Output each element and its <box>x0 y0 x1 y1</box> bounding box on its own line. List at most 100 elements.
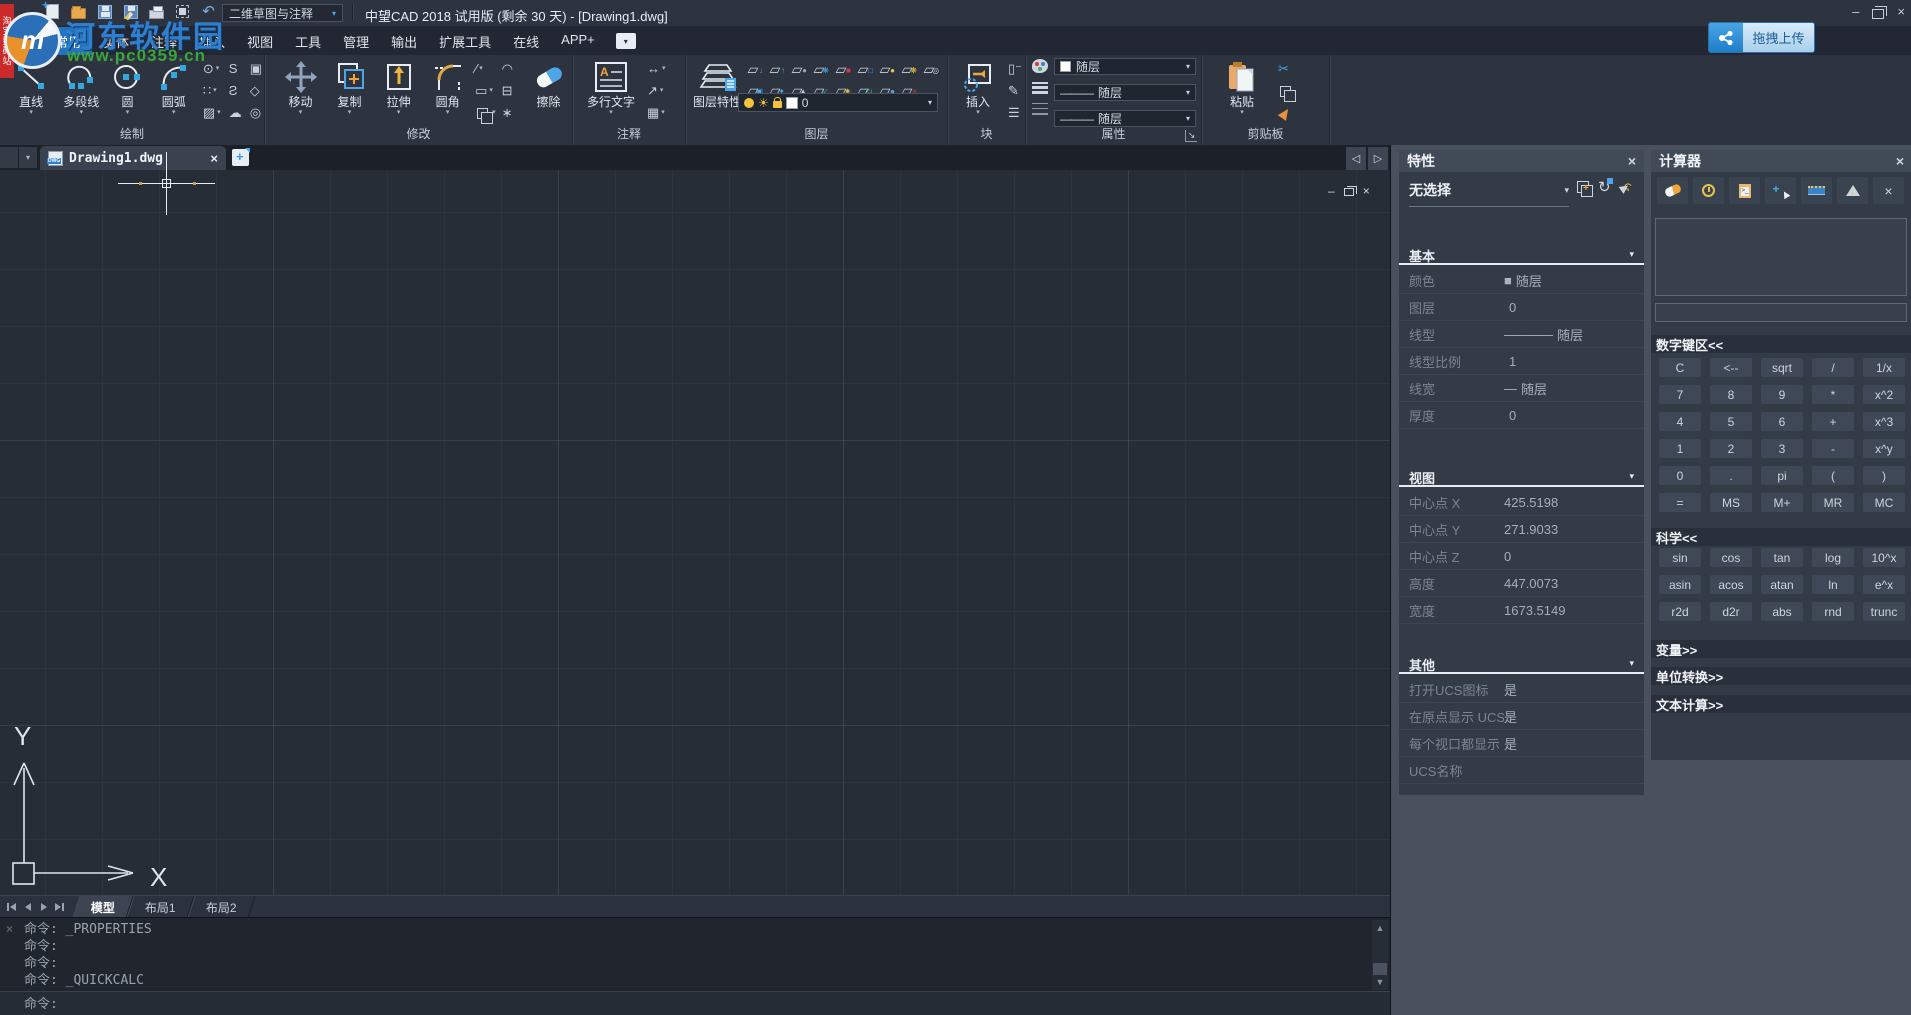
color-palette-icon[interactable] <box>1032 59 1048 73</box>
layout-tab[interactable]: 布局1 <box>126 896 194 918</box>
hatch-button[interactable]: ▨▾ <box>203 104 221 122</box>
property-row[interactable]: 图层 0 <box>1399 294 1644 321</box>
stretch-button[interactable]: 拉伸 ▾ <box>375 57 422 125</box>
selection-dropdown[interactable]: 无选择 ▾ <box>1409 180 1569 207</box>
property-row[interactable]: 打开UCS图标 是 <box>1399 676 1644 703</box>
section-basic-header[interactable]: 基本 ▾ <box>1399 245 1644 265</box>
circle-button[interactable]: 圆 ▾ <box>108 57 146 125</box>
calc-key[interactable]: abs <box>1761 602 1803 621</box>
arc-button[interactable]: 圆弧 ▾ <box>151 57 197 125</box>
next-layout-button[interactable] <box>37 900 50 914</box>
chamfer-button[interactable]: ◠ <box>502 60 513 78</box>
calc-key[interactable]: log <box>1812 548 1854 567</box>
polygon-button[interactable]: ◇ <box>250 82 262 100</box>
layer-properties-button[interactable]: 图层特性 <box>690 57 744 125</box>
calc-key[interactable]: = <box>1659 493 1701 512</box>
ribbon-tab[interactable]: 输出 <box>380 27 428 56</box>
property-row[interactable]: 每个视口都显示 U... 是 <box>1399 730 1644 757</box>
linear-dimension-button[interactable]: ↔▾ <box>647 60 666 78</box>
layer-tool-icon[interactable]: ▱❋ <box>810 61 828 77</box>
calc-key[interactable]: 6 <box>1761 412 1803 431</box>
history-button[interactable] <box>1693 177 1724 204</box>
layer-tool-icon[interactable]: ▱↓ <box>744 61 762 77</box>
calc-key[interactable]: x^2 <box>1863 385 1905 404</box>
command-scrollbar[interactable]: ▲ ▼ <box>1372 920 1388 990</box>
attributes-button[interactable]: ☰ <box>1008 104 1022 122</box>
explode-button[interactable]: ∗ <box>502 104 513 122</box>
viewport-restore-button[interactable] <box>1344 188 1354 196</box>
insert-block-button[interactable]: 插入 ▾ <box>954 57 1002 125</box>
calc-key[interactable]: sqrt <box>1761 358 1803 377</box>
calc-key[interactable]: 0 <box>1659 466 1701 485</box>
create-block-button[interactable]: ▯⁻ <box>1008 60 1022 78</box>
calc-key[interactable]: x^3 <box>1863 412 1905 431</box>
calc-key[interactable]: C <box>1659 358 1701 377</box>
cut-button[interactable]: ✂ <box>1278 60 1293 78</box>
layout-tab[interactable]: 布局2 <box>187 896 255 918</box>
calc-key[interactable]: - <box>1812 439 1854 458</box>
table-button[interactable]: ▦▾ <box>647 104 666 122</box>
calc-key[interactable]: 4 <box>1659 412 1701 431</box>
variables-section-header[interactable]: 变量>> <box>1651 640 1911 658</box>
calculator-input-field[interactable] <box>1655 303 1907 322</box>
rectangle-button[interactable]: ▣ <box>250 60 262 78</box>
calc-key[interactable]: 9 <box>1761 385 1803 404</box>
scale-button[interactable]: ▭▾ <box>475 82 496 100</box>
paste-to-command-button[interactable] <box>1729 177 1760 204</box>
properties-close-icon[interactable]: × <box>1628 153 1636 169</box>
get-coordinates-button[interactable] <box>1765 177 1796 204</box>
calculator-close-icon[interactable]: × <box>1896 153 1904 169</box>
calc-key[interactable]: MC <box>1863 493 1905 512</box>
calc-key[interactable]: ln <box>1812 575 1854 594</box>
lineweight-icon[interactable] <box>1032 82 1048 94</box>
clear-button[interactable] <box>1657 177 1688 204</box>
mirror-button[interactable]: ⊟ <box>502 82 513 100</box>
fillet-button[interactable]: 圆角 ▾ <box>424 57 471 125</box>
layer-tool-icon[interactable]: ▱◎ <box>920 61 938 77</box>
calc-key[interactable]: r2d <box>1659 602 1701 621</box>
layer-tool-icon[interactable]: ▱↑ <box>766 61 784 77</box>
polyline-button[interactable]: 多段线 ▾ <box>58 57 104 125</box>
quick-select-button[interactable] <box>1577 181 1589 193</box>
toggle-pickadd-button[interactable]: ▶Ϛ <box>1620 178 1632 196</box>
calc-key[interactable]: asin <box>1659 575 1701 594</box>
workspace-dropdown[interactable]: 二维草图与注释 ▾ <box>222 4 343 22</box>
donut-button[interactable]: ◎ <box>250 104 262 122</box>
text-calc-section-header[interactable]: 文本计算>> <box>1651 695 1911 713</box>
section-other-header[interactable]: 其他 ▾ <box>1399 654 1644 674</box>
numpad-section-header[interactable]: 数字键区<< <box>1651 335 1911 353</box>
calc-key[interactable]: cos <box>1710 548 1752 567</box>
doc-tab-dropdown-button[interactable]: ▾ <box>19 147 37 168</box>
calc-key[interactable]: + <box>1812 412 1854 431</box>
tab-scroll-left-button[interactable]: ◁ <box>1346 147 1366 170</box>
calc-key[interactable]: pi <box>1761 466 1803 485</box>
property-row[interactable]: 在原点显示 UCS ... 是 <box>1399 703 1644 730</box>
layer-tool-icon[interactable]: ▱■ <box>832 61 850 77</box>
match-properties-button[interactable] <box>1278 105 1293 122</box>
calc-key[interactable]: rnd <box>1812 602 1854 621</box>
paste-button[interactable]: 粘贴 ▾ <box>1218 57 1266 125</box>
clear-history-button[interactable]: × <box>1873 177 1904 204</box>
measure-distance-button[interactable] <box>1801 177 1832 204</box>
spline-button[interactable]: S <box>229 60 242 78</box>
calc-key[interactable]: acos <box>1710 575 1752 594</box>
document-tab[interactable]: Drawing1.dwg × <box>40 146 226 170</box>
ribbon-tab[interactable]: APP+ <box>550 27 606 56</box>
erase-button[interactable]: 擦除 <box>525 57 572 125</box>
scrollbar-thumb[interactable] <box>1373 963 1387 975</box>
minimize-button[interactable]: – <box>1852 4 1859 20</box>
calc-key[interactable]: tan <box>1761 548 1803 567</box>
new-tab-button[interactable] <box>232 149 249 166</box>
calc-key[interactable]: 1 <box>1659 439 1701 458</box>
copy-button[interactable]: 复制 ▾ <box>326 57 373 125</box>
calc-key[interactable]: e^x <box>1863 575 1905 594</box>
calc-key[interactable]: MS <box>1710 493 1752 512</box>
calc-key[interactable]: M+ <box>1761 493 1803 512</box>
calc-key[interactable]: atan <box>1761 575 1803 594</box>
multiple-points-button[interactable]: ∷▾ <box>203 82 221 100</box>
property-row[interactable]: 线型 ———— 随层 <box>1399 321 1644 348</box>
multileader-button[interactable]: ↗▾ <box>647 82 666 100</box>
property-row[interactable]: 宽度 1673.5149 <box>1399 597 1644 624</box>
copy-clip-button[interactable] <box>1278 83 1293 100</box>
calc-key[interactable]: d2r <box>1710 602 1752 621</box>
